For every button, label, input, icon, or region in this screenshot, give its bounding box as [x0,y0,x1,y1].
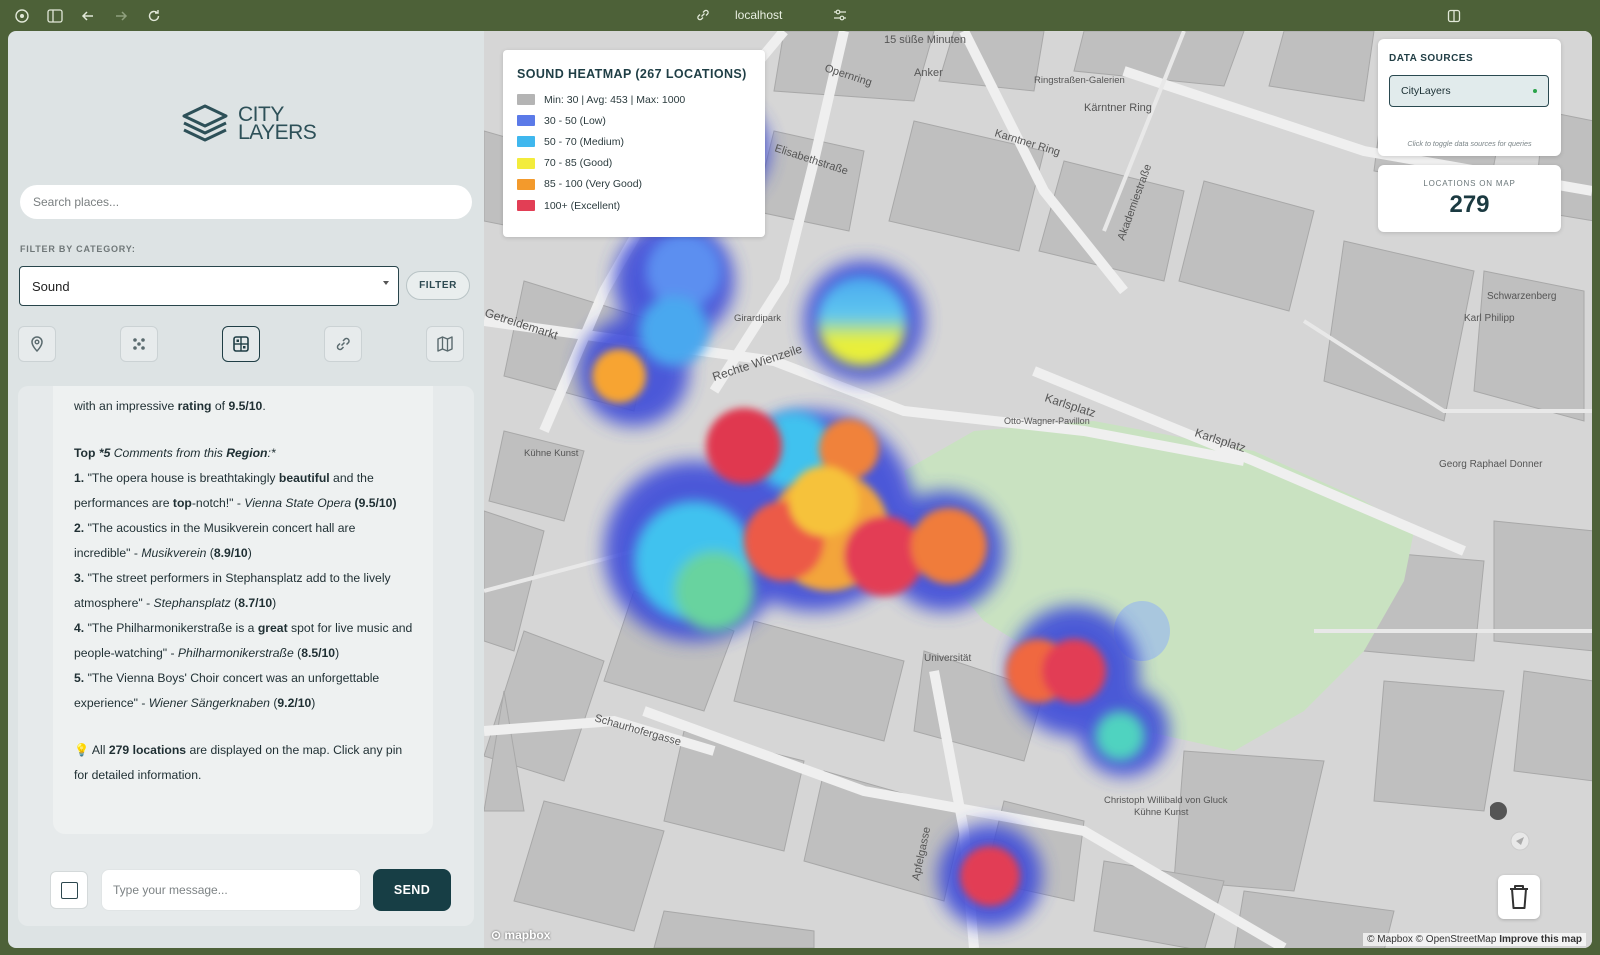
mapbox-icon: ⊙ [491,928,502,942]
data-sources-panel: DATA SOURCES CityLayers Click to toggle … [1378,39,1561,156]
forward-icon[interactable] [111,6,131,26]
legend-swatch [517,115,535,127]
map-label: Ringstraßen-Galerien [1034,75,1125,86]
message-intro: with an impressive rating of 9.5/10. [74,399,266,413]
map-label: Schwarzenberg [1487,291,1556,302]
legend-item: Min: 30 | Avg: 453 | Max: 1000 [517,89,751,110]
filter-button[interactable]: FILTER [406,271,470,300]
legend-item: 30 - 50 (Low) [517,110,751,131]
comment-item: 1. "The opera house is breathtakingly be… [74,471,397,510]
message-input[interactable] [101,869,361,911]
improve-map-link[interactable]: Improve this map [1499,934,1582,945]
back-icon[interactable] [78,6,98,26]
map-label: Kühne Kunst [524,448,579,459]
city-layers-logo: CITY LAYERS [180,96,330,151]
map-compass-control[interactable] [1489,801,1540,861]
locations-panel: LOCATIONS ON MAP 279 [1378,165,1561,232]
map-label: 15 süße Minuten [884,34,966,46]
search-input[interactable] [20,185,472,219]
heatmap-legend: SOUND HEATMAP (267 LOCATIONS) Min: 30 | … [503,50,765,237]
lightbulb-icon: 💡 [74,743,90,757]
pin-icon[interactable] [18,326,56,362]
heatmap-grid-icon[interactable] [222,326,260,362]
map-label: Girardipark [734,313,781,324]
legend-item: 70 - 85 (Good) [517,153,751,174]
logo-line2: LAYERS [238,120,317,144]
legend-swatch [517,136,535,148]
chat-input-row: SEND [18,856,474,911]
reload-icon[interactable] [144,6,164,26]
legend-item: 100+ (Excellent) [517,195,751,216]
category-select[interactable]: Sound [19,266,399,306]
browser-toolbar: localhost [0,0,1600,32]
ubuntu-icon[interactable] [12,6,32,26]
map-label: Anker [914,67,943,79]
legend-swatch [517,200,535,212]
split-view-icon[interactable] [1444,6,1464,26]
comment-item: 5. "The Vienna Boys' Choir concert was a… [74,671,380,710]
mapbox-logo[interactable]: ⊙ mapbox [491,928,550,942]
map-label: Otto-Wagner-Pavillon [1004,416,1090,426]
map-label: Christoph Willibald von Gluck [1104,795,1228,806]
trash-icon[interactable] [1498,875,1540,919]
legend-item: 50 - 70 (Medium) [517,131,751,152]
filter-label: FILTER BY CATEGORY: [20,244,136,254]
comment-item: 4. "The Philharmonikerstraße is a great … [74,621,413,660]
comment-item: 2. "The acoustics in the Musikverein con… [74,521,356,560]
checkbox[interactable] [50,871,88,909]
cluster-icon[interactable] [120,326,158,362]
map-attribution[interactable]: © Mapbox © OpenStreetMap Improve this ma… [1363,933,1586,946]
map-label: Kärntner Ring [1084,102,1152,114]
active-dot-icon [1533,89,1537,93]
map-label: Karl Philipp [1464,313,1515,324]
sidebar-toggle-icon[interactable] [45,6,65,26]
tune-icon[interactable] [832,7,848,28]
legend-swatch [517,94,535,106]
legend-swatch [517,178,535,190]
comments-heading: Top *5 Comments from this Region:* [74,446,276,460]
category-selected-value: Sound [32,278,70,294]
map-label: Kühne Kunst [1134,807,1189,818]
layers-logo-icon [182,104,228,141]
address-bar[interactable]: localhost [735,8,782,22]
map-view[interactable]: 15 süße Minuten Opernring Anker Ringstra… [484,31,1592,948]
locations-count: 279 [1449,191,1490,218]
sidebar: CITY LAYERS FILTER BY CATEGORY: Sound FI… [8,31,484,948]
chat-panel: with an impressive rating of 9.5/10. Top… [18,386,474,926]
send-button[interactable]: SEND [373,869,451,911]
link-icon[interactable] [324,326,362,362]
link-icon[interactable] [695,7,711,28]
data-source-citylayers[interactable]: CityLayers [1389,75,1549,107]
data-sources-title: DATA SOURCES [1389,53,1474,64]
map-label: Universität [924,653,971,664]
map-label: Georg Raphael Donner [1439,459,1543,470]
legend-title: SOUND HEATMAP (267 LOCATIONS) [517,67,747,81]
legend-swatch [517,157,535,169]
chevron-down-icon [383,281,389,285]
message-footer: 💡 All 279 locations are displayed on the… [74,743,403,782]
map-icon[interactable] [426,326,464,362]
data-sources-hint: Click to toggle data sources for queries [1407,139,1532,148]
legend-item: 85 - 100 (Very Good) [517,174,751,195]
assistant-message: with an impressive rating of 9.5/10. Top… [53,386,433,834]
comment-item: 3. "The street performers in Stephanspla… [74,571,391,610]
locations-title: LOCATIONS ON MAP [1423,179,1516,188]
